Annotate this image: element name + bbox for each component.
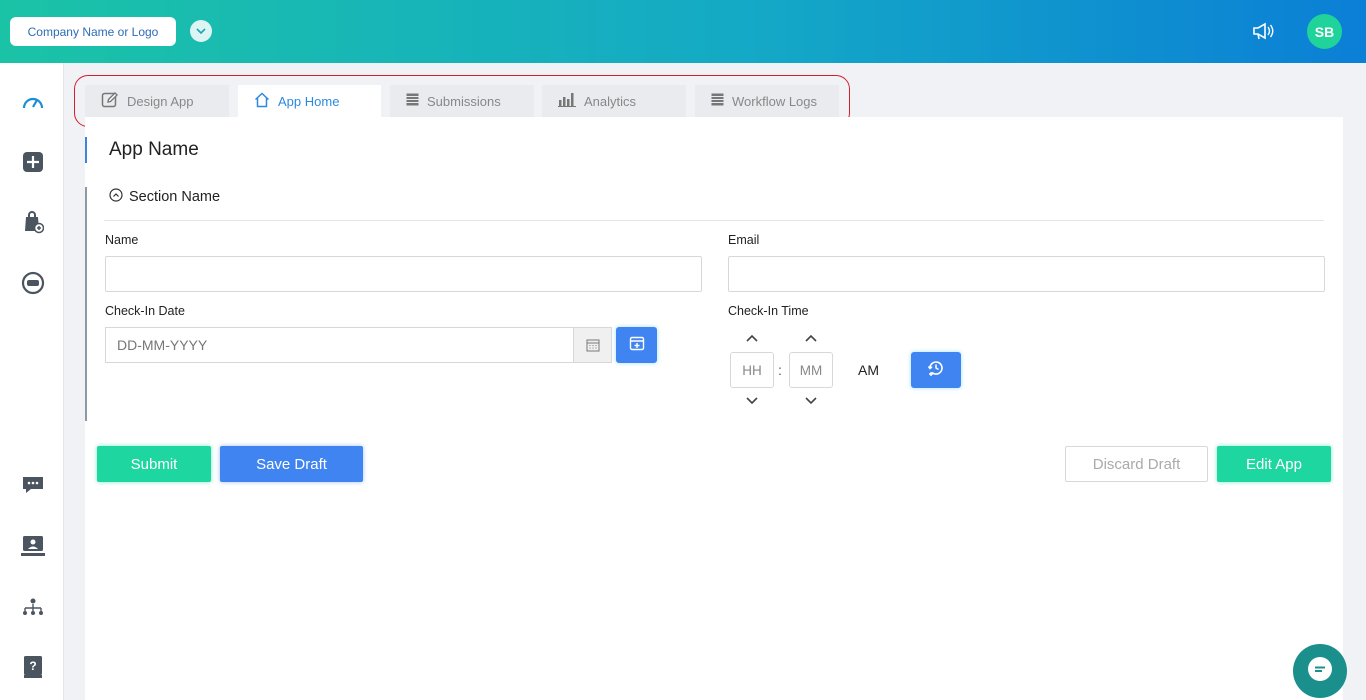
top-bar: Company Name or Logo SB bbox=[0, 0, 1366, 63]
list-icon bbox=[711, 93, 724, 109]
tab-app-home[interactable]: App Home bbox=[238, 85, 381, 117]
app-content: App Name Section Name Name Email Check-I… bbox=[85, 117, 1343, 700]
minute-down-icon[interactable] bbox=[804, 396, 818, 406]
tab-label: Submissions bbox=[427, 93, 501, 109]
org-chart-icon[interactable] bbox=[20, 595, 46, 621]
chat-support-button[interactable] bbox=[1293, 644, 1347, 698]
name-label: Name bbox=[105, 233, 139, 247]
bar-chart-icon bbox=[558, 92, 576, 110]
page-title: App Name bbox=[109, 139, 199, 160]
checkin-time-label: Check-In Time bbox=[728, 304, 809, 318]
chat-icon[interactable] bbox=[20, 472, 46, 498]
avatar-initials: SB bbox=[1314, 23, 1335, 40]
add-icon[interactable] bbox=[20, 149, 46, 175]
chat-bubble-icon bbox=[1306, 655, 1334, 688]
hour-down-icon[interactable] bbox=[745, 396, 759, 406]
company-logo-button[interactable]: Company Name or Logo bbox=[10, 17, 176, 46]
title-accent bbox=[85, 137, 87, 163]
avatar[interactable]: SB bbox=[1307, 14, 1342, 49]
history-icon bbox=[927, 359, 945, 382]
apps-icon[interactable] bbox=[20, 270, 46, 296]
home-icon bbox=[254, 91, 270, 111]
checkin-date-input[interactable]: DD-MM-YYYY bbox=[105, 327, 612, 363]
megaphone-icon[interactable] bbox=[1252, 21, 1276, 41]
divider bbox=[104, 220, 1324, 221]
dashboard-icon[interactable] bbox=[20, 90, 46, 116]
section-header[interactable]: Section Name bbox=[109, 188, 220, 206]
tab-analytics[interactable]: Analytics bbox=[542, 85, 686, 117]
checkin-date-label: Check-In Date bbox=[105, 304, 185, 318]
time-separator: : bbox=[778, 362, 782, 378]
section-accent bbox=[85, 187, 87, 421]
hour-input[interactable]: HH bbox=[730, 352, 774, 388]
company-label: Company Name or Logo bbox=[27, 24, 159, 39]
hour-up-icon[interactable] bbox=[745, 333, 759, 343]
calendar-add-icon bbox=[629, 335, 645, 356]
tab-design-app[interactable]: Design App bbox=[85, 85, 229, 117]
edit-app-button[interactable]: Edit App bbox=[1217, 446, 1331, 482]
monitor-user-icon[interactable] bbox=[20, 533, 46, 559]
tab-label: Analytics bbox=[584, 93, 637, 109]
minute-input[interactable]: MM bbox=[789, 352, 833, 388]
tab-workflow-logs[interactable]: Workflow Logs bbox=[695, 85, 839, 117]
main-area: Design App App Home Submissions Analytic… bbox=[64, 63, 1366, 700]
sidebar: ? bbox=[0, 63, 64, 700]
submit-button[interactable]: Submit bbox=[97, 446, 211, 482]
help-book-icon[interactable]: ? bbox=[20, 654, 46, 680]
collapse-icon[interactable] bbox=[109, 188, 123, 206]
discard-draft-button[interactable]: Discard Draft bbox=[1065, 446, 1208, 482]
date-picker-button[interactable] bbox=[616, 327, 657, 363]
email-field[interactable] bbox=[728, 256, 1325, 292]
bag-add-icon[interactable] bbox=[20, 209, 46, 235]
edit-icon bbox=[101, 91, 119, 112]
chevron-down-icon[interactable] bbox=[190, 20, 212, 42]
tab-label: Design App bbox=[127, 93, 194, 109]
list-icon bbox=[406, 93, 419, 109]
email-label: Email bbox=[728, 233, 760, 247]
ampm-toggle[interactable]: AM bbox=[858, 362, 879, 378]
save-draft-button[interactable]: Save Draft bbox=[220, 446, 363, 482]
svg-text:?: ? bbox=[29, 659, 36, 673]
time-picker-button[interactable] bbox=[911, 352, 961, 388]
tab-label: App Home bbox=[278, 93, 340, 109]
tab-submissions[interactable]: Submissions bbox=[390, 85, 534, 117]
tab-label: Workflow Logs bbox=[732, 93, 818, 109]
section-title: Section Name bbox=[129, 189, 221, 205]
date-placeholder: DD-MM-YYYY bbox=[117, 337, 208, 353]
minute-up-icon[interactable] bbox=[804, 333, 818, 343]
name-field[interactable] bbox=[105, 256, 702, 292]
calendar-icon[interactable] bbox=[573, 328, 611, 362]
